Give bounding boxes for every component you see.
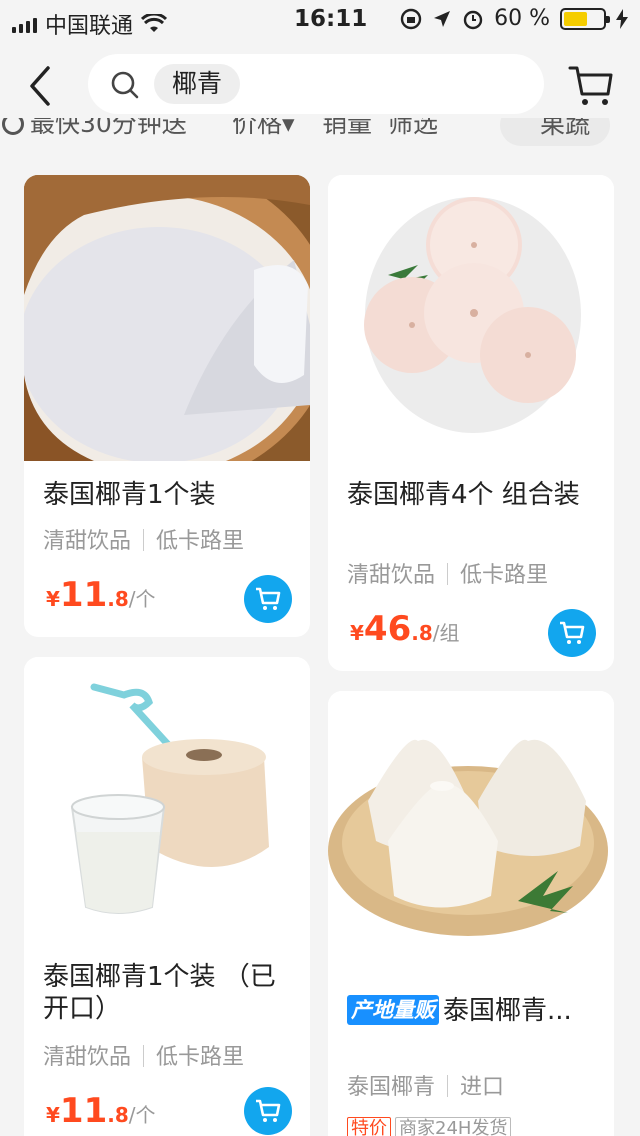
- chevron-left-icon: [30, 66, 50, 106]
- filter-category-chip[interactable]: 果蔬: [500, 118, 610, 146]
- promo-tag-special: 特价: [347, 1117, 391, 1136]
- filter-bar: 最快30分钟送 价格▾ 销量 筛选 果蔬: [0, 118, 640, 148]
- battery-icon: [560, 7, 610, 30]
- add-to-cart-button[interactable]: [244, 575, 292, 623]
- filter-sales[interactable]: 销量: [322, 118, 372, 140]
- product-image[interactable]: [24, 657, 310, 943]
- product-image[interactable]: [328, 691, 614, 977]
- battery-percent: 60 %: [494, 6, 550, 31]
- product-card[interactable]: 泰国椰青1个装 清甜饮品 低卡路里 ¥11.8/个: [24, 175, 310, 637]
- promo-tag-shipping: 商家24H发货: [395, 1117, 512, 1136]
- signal-icon: [12, 15, 37, 33]
- search-keyword-chip[interactable]: 椰青: [154, 64, 241, 104]
- battery-level: [564, 11, 587, 26]
- filter-fastest[interactable]: 最快30分钟送: [2, 118, 187, 140]
- product-card[interactable]: 泰国椰青4个 组合装 清甜饮品 低卡路里 ¥46.8/组: [328, 175, 614, 671]
- cart-icon: [256, 1099, 281, 1122]
- product-tags: 泰国椰青 进口: [347, 1075, 505, 1100]
- clock: 16:11: [294, 6, 368, 32]
- location-icon: [434, 10, 451, 27]
- rotation-lock-icon: [400, 8, 422, 29]
- filter-price[interactable]: 价格▾: [232, 118, 295, 140]
- product-title[interactable]: 泰国椰青4个 组合装: [347, 479, 597, 511]
- product-tags: 清甜饮品 低卡路里: [347, 563, 549, 588]
- product-price: ¥46.8/组: [350, 609, 460, 649]
- search-header: 椰青: [0, 40, 640, 128]
- cart-icon: [256, 587, 281, 610]
- search-input[interactable]: 椰青: [88, 54, 544, 114]
- back-button[interactable]: [22, 64, 62, 108]
- product-image[interactable]: [328, 175, 614, 461]
- cart-button[interactable]: [568, 64, 614, 108]
- product-card[interactable]: 泰国椰青1个装 （已开口） 清甜饮品 低卡路里 ¥11.8/个: [24, 657, 310, 1136]
- cart-icon: [560, 621, 585, 644]
- wifi-icon: [141, 14, 168, 32]
- add-to-cart-button[interactable]: [548, 609, 596, 657]
- alarm-icon: [463, 10, 483, 29]
- product-title[interactable]: 泰国椰青1个装 （已开口）: [43, 961, 293, 1025]
- product-title[interactable]: 泰国椰青1个装: [43, 479, 293, 511]
- clock-icon: [2, 118, 24, 135]
- status-bar: 中国联通 16:11 60 %: [0, 0, 640, 40]
- origin-badge: 产地量贩: [347, 995, 439, 1025]
- product-image[interactable]: [24, 175, 310, 461]
- product-tags: 清甜饮品 低卡路里: [43, 529, 245, 554]
- charging-icon: [616, 8, 628, 29]
- filter-screen[interactable]: 筛选: [388, 118, 438, 140]
- product-tags: 清甜饮品 低卡路里: [43, 1045, 245, 1070]
- product-price: ¥11.8/个: [46, 1091, 156, 1131]
- cart-icon: [568, 66, 613, 105]
- product-card[interactable]: 产地量贩 泰国椰青... 泰国椰青 进口 特价 商家24H发货: [328, 691, 614, 1136]
- product-price: ¥11.8/个: [46, 575, 156, 615]
- carrier-label: 中国联通: [45, 14, 134, 39]
- add-to-cart-button[interactable]: [244, 1087, 292, 1135]
- promo-tags: 特价 商家24H发货: [347, 1117, 515, 1136]
- product-title[interactable]: 产地量贩 泰国椰青...: [347, 995, 607, 1027]
- search-icon: [111, 71, 139, 99]
